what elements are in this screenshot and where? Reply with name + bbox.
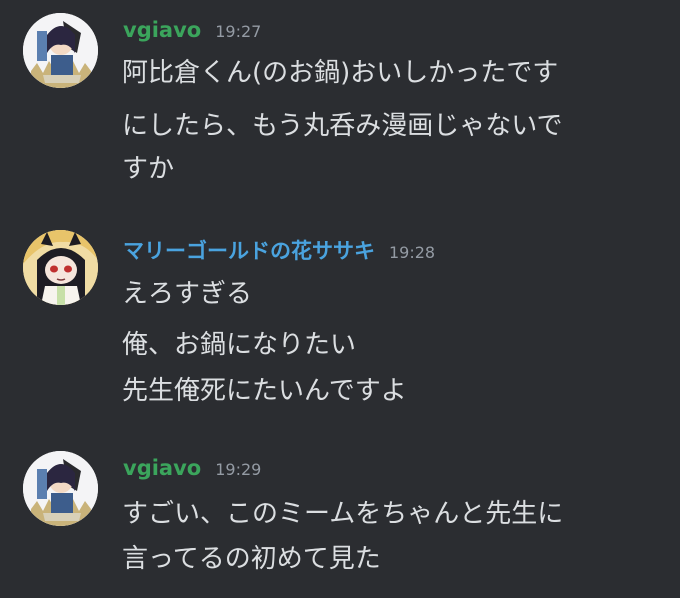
- vgiavo-avatar-icon[interactable]: [23, 451, 98, 526]
- message-header: vgiavo 19:27: [123, 18, 261, 48]
- message-text: にしたら、もう丸呑み漫画じゃないで: [122, 111, 563, 141]
- message-text: 言ってるの初めて見た: [122, 544, 381, 574]
- chat-message-list: vgiavo 19:27 阿比倉くん(のお鍋)おいしかったです にしたら、もう丸…: [0, 0, 680, 598]
- message-header: vgiavo 19:29: [123, 456, 261, 486]
- username[interactable]: マリーゴールドの花ササキ: [123, 235, 375, 265]
- timestamp: 19:29: [215, 460, 262, 479]
- message-text: すごい、このミームをちゃんと先生に: [122, 499, 564, 529]
- message-text: 阿比倉くん(のお鍋)おいしかったです: [122, 58, 559, 88]
- username[interactable]: vgiavo: [123, 456, 201, 480]
- message-header: マリーゴールドの花ササキ 19:28: [123, 235, 435, 265]
- message-text: えろすぎる: [122, 279, 253, 309]
- timestamp: 19:27: [215, 22, 262, 41]
- username[interactable]: vgiavo: [123, 18, 201, 42]
- message-text: すか: [122, 154, 175, 184]
- timestamp: 19:28: [389, 243, 436, 262]
- message-text: 先生俺死にたいんですよ: [122, 376, 407, 406]
- message-text: 俺、お鍋になりたい: [122, 330, 357, 360]
- marigold-avatar-icon[interactable]: [23, 230, 98, 305]
- vgiavo-avatar-icon[interactable]: [23, 13, 98, 88]
